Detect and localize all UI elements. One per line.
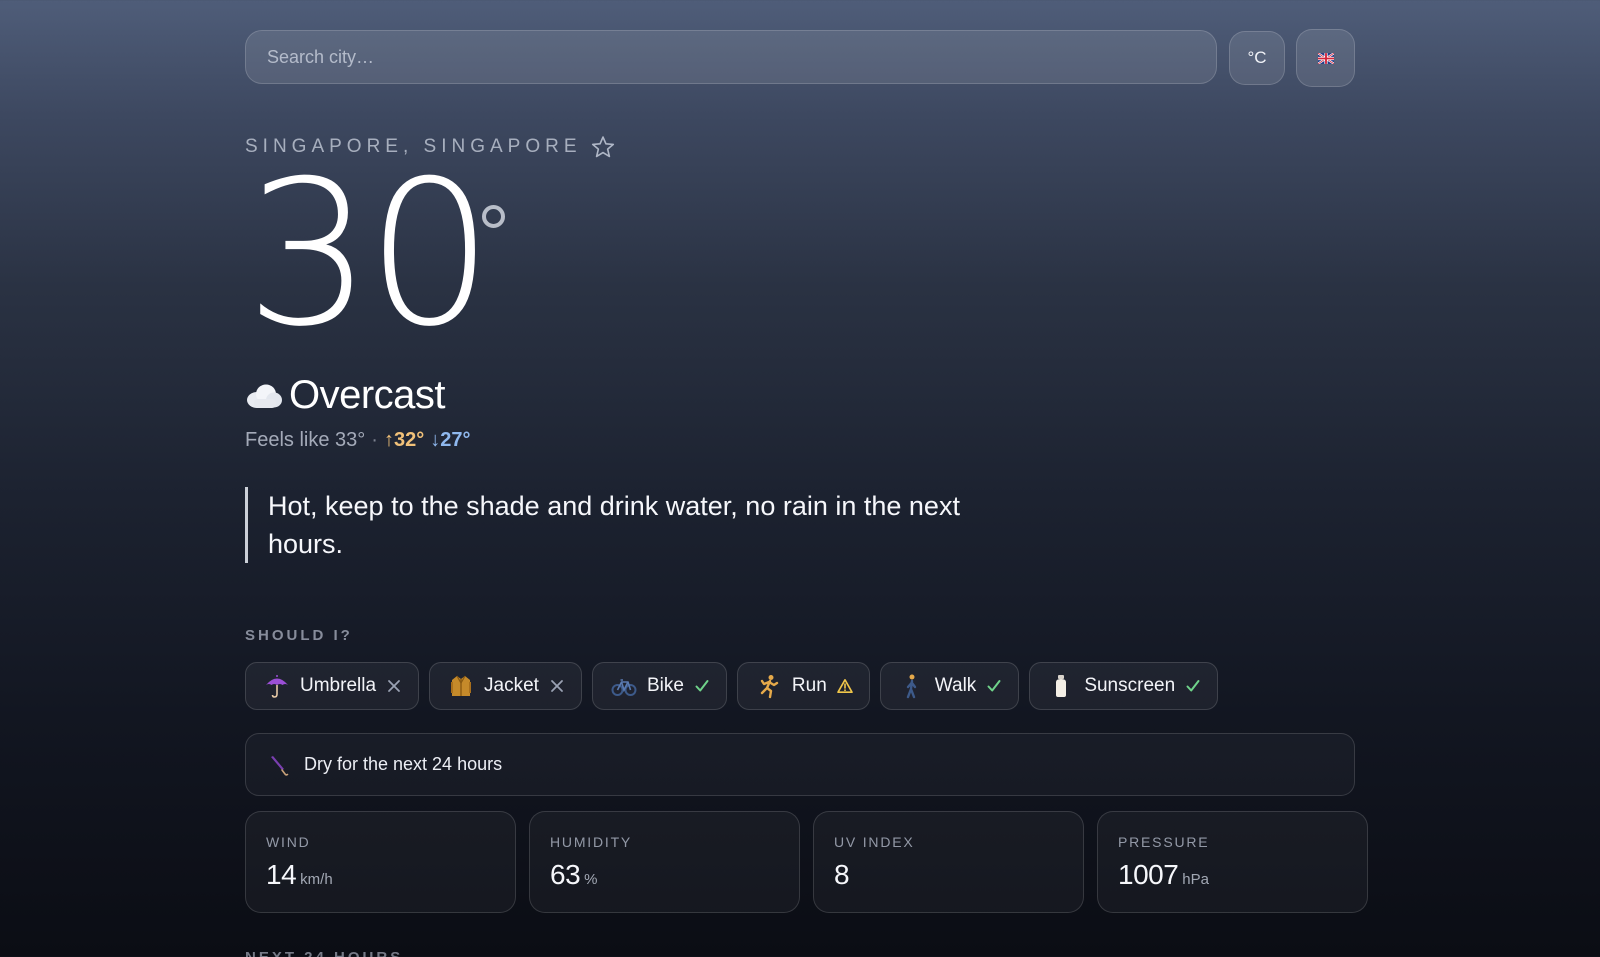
chip-label: Sunscreen — [1084, 675, 1176, 696]
top-bar: °C — [245, 29, 1355, 87]
star-icon[interactable] — [590, 134, 616, 160]
stat-value-row: 14 km/h — [266, 859, 495, 891]
stats-grid: WIND 14 km/h HUMIDITY 63 % UV INDEX 8 PR… — [245, 811, 1368, 913]
search-input[interactable] — [267, 46, 1216, 68]
chip-jacket[interactable]: Jacket — [429, 662, 582, 710]
condition-text: Overcast — [289, 373, 446, 417]
uk-flag-icon — [1317, 52, 1334, 64]
chip-label: Run — [791, 675, 827, 696]
degree-symbol — [482, 205, 505, 228]
should-i-chips: Umbrella Jacket Bike Run Walk Sunscreen — [245, 662, 1219, 710]
walker-icon — [906, 674, 916, 699]
high-temperature: ↑32° — [383, 429, 425, 451]
search-box[interactable] — [245, 30, 1217, 84]
warning-icon — [836, 679, 853, 693]
stat-card-humidity: HUMIDITY 63 % — [529, 811, 800, 913]
check-icon — [1186, 680, 1200, 692]
closed-umbrella-icon — [271, 755, 289, 776]
feels-like-row: Feels like 33° · ↑32° ↓27° — [245, 429, 470, 452]
chip-sunscreen[interactable]: Sunscreen — [1029, 662, 1219, 710]
umbrella-icon — [266, 675, 288, 698]
stat-value-row: 1007 hPa — [1118, 859, 1347, 891]
weather-summary: Hot, keep to the shade and drink water, … — [245, 487, 1005, 563]
condition-row: Overcast — [245, 373, 446, 418]
stat-unit: hPa — [1182, 871, 1209, 888]
bicycle-icon — [611, 679, 637, 696]
stat-value: 8 — [834, 859, 850, 890]
stat-value-row: 8 — [834, 859, 1063, 891]
stat-label: PRESSURE — [1118, 834, 1210, 850]
should-i-heading: SHOULD I? — [245, 627, 353, 644]
chip-label: Umbrella — [300, 675, 377, 696]
cloud-icon — [247, 384, 282, 408]
stat-label: HUMIDITY — [550, 834, 633, 850]
stat-unit: % — [584, 871, 598, 888]
rain-forecast-text: Dry for the next 24 hours — [304, 754, 503, 774]
stat-card-pressure: PRESSURE 1007 hPa — [1097, 811, 1368, 913]
cross-icon — [388, 680, 400, 692]
chip-walk[interactable]: Walk — [879, 662, 1020, 710]
cross-icon — [551, 680, 563, 692]
current-temperature: 30 — [245, 138, 493, 371]
chip-label: Walk — [934, 675, 977, 696]
stat-card-uv-index: UV INDEX 8 — [813, 811, 1084, 913]
stat-value-row: 63 % — [550, 859, 779, 891]
low-temperature: ↓27° — [430, 429, 471, 451]
lotion-bottle-icon — [1056, 675, 1067, 697]
chip-bike[interactable]: Bike — [591, 662, 727, 710]
separator: · — [371, 429, 378, 451]
stat-card-wind: WIND 14 km/h — [245, 811, 516, 913]
chip-label: Jacket — [484, 675, 539, 696]
stat-unit: km/h — [300, 871, 333, 888]
chip-umbrella[interactable]: Umbrella — [245, 662, 420, 710]
feels-like-text: Feels like 33° — [245, 429, 366, 451]
stat-label: WIND — [266, 834, 311, 850]
check-icon — [987, 680, 1001, 692]
chip-run[interactable]: Run — [736, 662, 870, 710]
stat-value: 14 — [266, 859, 297, 890]
runner-icon — [760, 675, 779, 699]
rain-forecast-card: Dry for the next 24 hours — [245, 733, 1355, 796]
stat-value: 63 — [550, 859, 581, 890]
coat-icon — [451, 675, 472, 696]
unit-toggle-button[interactable]: °C — [1229, 31, 1285, 85]
language-button[interactable] — [1296, 29, 1355, 87]
check-icon — [695, 680, 709, 692]
stat-value: 1007 — [1118, 859, 1179, 890]
stat-label: UV INDEX — [834, 834, 915, 850]
next-hours-heading: NEXT 24 HOURS — [245, 949, 403, 957]
chip-label: Bike — [646, 675, 684, 696]
